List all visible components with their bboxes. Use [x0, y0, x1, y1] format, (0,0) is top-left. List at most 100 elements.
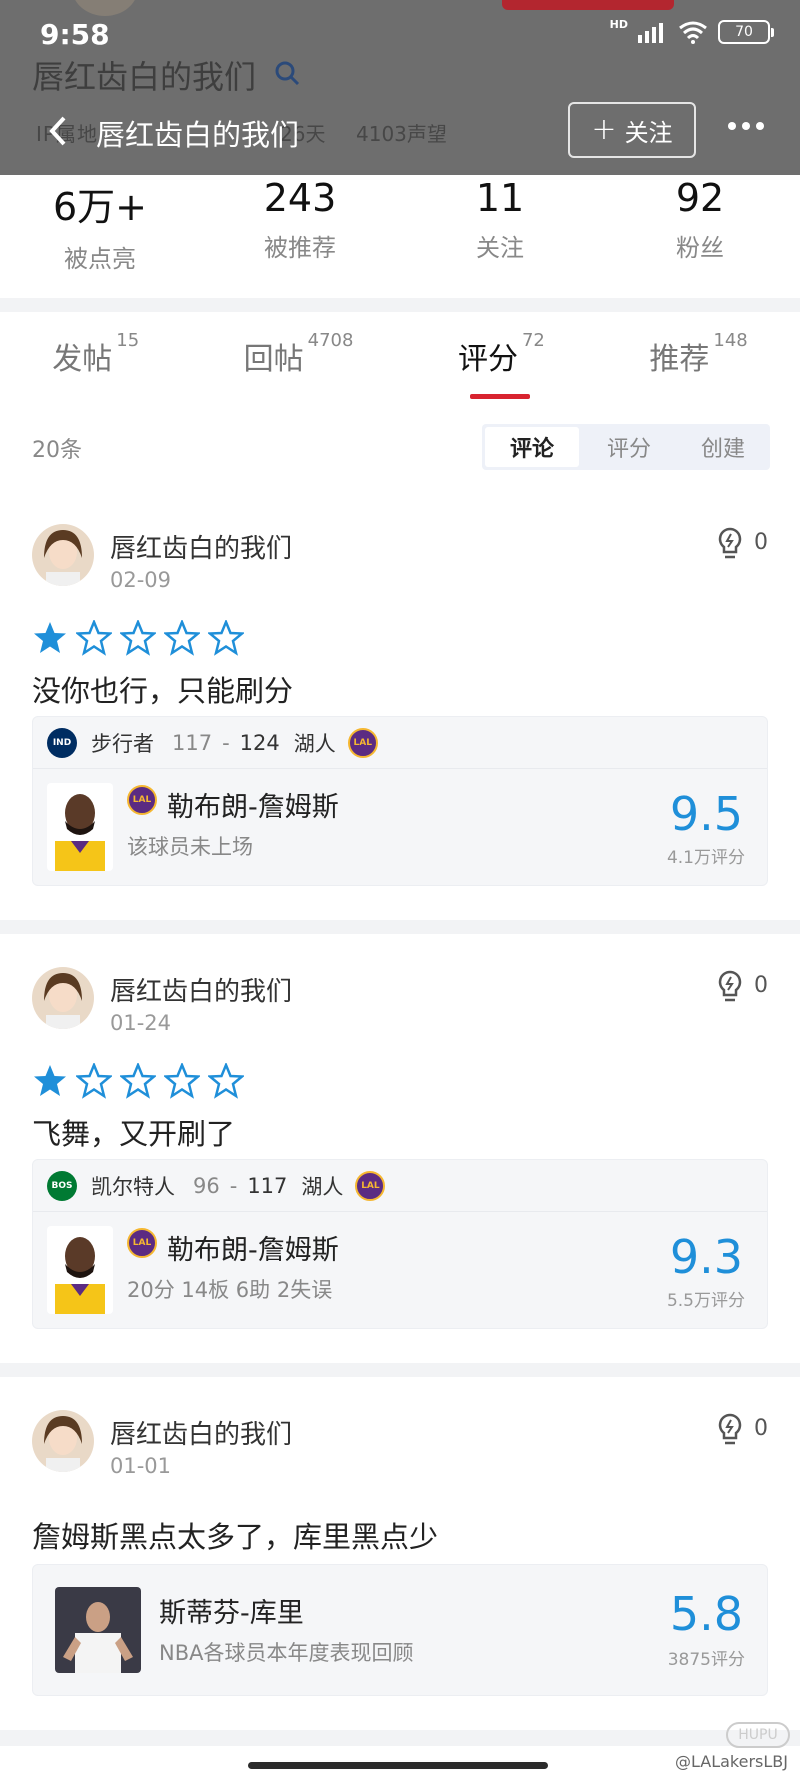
- player-rating-row[interactable]: 斯蒂芬-库里 NBA各球员本年度表现回顾 5.8 3875评分: [33, 1565, 767, 1695]
- rating-count: 3875评分: [667, 1650, 745, 1670]
- follow-label: 关注: [624, 118, 673, 147]
- card-date: 02-09: [110, 568, 172, 592]
- lightbulb-icon[interactable]: [716, 969, 744, 1003]
- stat-value: 243: [263, 176, 337, 220]
- profile-avatar[interactable]: [72, 0, 138, 16]
- lightbulb-icon[interactable]: [716, 1412, 744, 1446]
- user-avatar[interactable]: [32, 967, 94, 1029]
- tab-replies[interactable]: 回帖 4708: [244, 312, 354, 404]
- segment-comments[interactable]: 评论: [485, 427, 579, 467]
- wifi-icon: [679, 21, 707, 44]
- hd-label: HD: [609, 17, 628, 31]
- player-score: 9.5: [669, 787, 743, 841]
- rating-card[interactable]: 唇红齿白的我们 01-24 0 飞舞，又开刷了 BOS 凯尔特人 96 - 11…: [0, 967, 800, 1363]
- team-b-score: 117: [247, 1173, 288, 1198]
- team-b-score: 124: [239, 730, 280, 755]
- star-empty-icon: [120, 1063, 156, 1099]
- stat-label: 关注: [476, 234, 524, 262]
- stat-label: 被点亮: [64, 245, 136, 273]
- rating-count: 5.5万评分: [666, 1291, 745, 1311]
- profile-header: 9:58 HD 70 唇红齿白的我们 IP属地 26天 4103声望 唇红齿白的…: [0, 0, 800, 175]
- player-photo: [47, 783, 113, 871]
- signal-icon: [638, 23, 663, 43]
- section-divider: [0, 298, 800, 312]
- player-review-box[interactable]: 斯蒂芬-库里 NBA各球员本年度表现回顾 5.8 3875评分: [32, 1564, 768, 1696]
- rating-card[interactable]: 唇红齿白的我们 02-09 0 没你也行，只能刷分 IND 步行者 117 - …: [0, 524, 800, 920]
- tab-count: 72: [521, 330, 545, 351]
- home-indicator[interactable]: [248, 1762, 548, 1769]
- header-red-strip: [502, 0, 674, 10]
- watermark-text: @LALakersLBJ: [674, 1752, 788, 1771]
- light-count: 0: [754, 1416, 768, 1441]
- result-count: 20条: [32, 438, 82, 463]
- star-filled-icon: [34, 1065, 66, 1096]
- lakers-logo-icon: LAL: [355, 1170, 386, 1201]
- stat-label: 被推荐: [264, 234, 336, 262]
- game-matchup[interactable]: IND 步行者 117 - 124 湖人 LAL: [33, 717, 767, 769]
- segment-ratings[interactable]: 评分: [582, 424, 676, 470]
- card-username[interactable]: 唇红齿白的我们: [110, 1414, 292, 1451]
- tab-label: 回帖: [243, 342, 304, 377]
- card-comment: 飞舞，又开刷了: [32, 1117, 236, 1151]
- tab-ratings[interactable]: 评分 72: [458, 312, 545, 404]
- follow-button[interactable]: + 关注: [568, 102, 696, 158]
- player-name: 勒布朗-詹姆斯: [167, 792, 339, 823]
- stat-recommended[interactable]: 243 被推荐: [200, 170, 400, 298]
- stat-value: 6万+: [52, 185, 148, 229]
- team-b-name: 湖人: [301, 1174, 344, 1199]
- score-dash: -: [222, 730, 230, 755]
- segment-created[interactable]: 创建: [676, 424, 770, 470]
- card-date: 01-24: [110, 1011, 172, 1035]
- score-dash: -: [229, 1173, 238, 1198]
- star-filled-icon: [34, 622, 66, 653]
- stat-label: 粉丝: [676, 234, 724, 262]
- player-name: 勒布朗-詹姆斯: [167, 1235, 339, 1266]
- card-username[interactable]: 唇红齿白的我们: [110, 528, 292, 565]
- tab-recommend[interactable]: 推荐 148: [649, 312, 747, 404]
- card-comment: 没你也行，只能刷分: [32, 674, 294, 708]
- card-divider: [0, 1730, 800, 1746]
- tab-count: 4708: [307, 330, 354, 351]
- stat-likes[interactable]: 6万+ 被点亮: [0, 170, 200, 298]
- game-rating-box[interactable]: IND 步行者 117 - 124 湖人 LAL LAL 勒布朗-詹姆斯 该球员…: [32, 716, 768, 886]
- team-a-name: 步行者: [91, 731, 154, 756]
- player-subtitle: 20分 14板 6助 2失误: [127, 1278, 333, 1302]
- rating-card[interactable]: 唇红齿白的我们 01-01 0 詹姆斯黑点太多了，库里黑点少 斯蒂芬-库里 NB…: [0, 1410, 800, 1730]
- card-comment: 詹姆斯黑点太多了，库里黑点少: [32, 1520, 439, 1554]
- game-rating-box[interactable]: BOS 凯尔特人 96 - 117 湖人 LAL LAL 勒布朗-詹姆斯 20分…: [32, 1159, 768, 1329]
- team-b-name: 湖人: [293, 731, 336, 756]
- player-score: 9.3: [669, 1230, 743, 1284]
- tab-count: 148: [713, 330, 748, 351]
- profile-stats: 6万+ 被点亮 243 被推荐 11 关注 92 粉丝: [0, 170, 800, 298]
- lakers-logo-icon: LAL: [127, 785, 157, 815]
- player-rating-row[interactable]: LAL 勒布朗-詹姆斯 该球员未上场 9.5 4.1万评分: [33, 769, 767, 885]
- status-time: 9:58: [40, 18, 110, 51]
- card-username[interactable]: 唇红齿白的我们: [110, 971, 292, 1008]
- tab-posts[interactable]: 发帖 15: [52, 312, 139, 404]
- star-empty-icon: [164, 1063, 200, 1099]
- card-divider: [0, 1363, 800, 1377]
- tab-label: 推荐: [649, 342, 710, 377]
- nav-title: 唇红齿白的我们: [96, 118, 300, 152]
- lightbulb-icon[interactable]: [716, 526, 744, 560]
- light-count: 0: [754, 530, 768, 555]
- stat-following[interactable]: 11 关注: [400, 170, 600, 298]
- team-a-name: 凯尔特人: [91, 1174, 175, 1199]
- back-arrow-icon[interactable]: [44, 114, 72, 148]
- player-photo: [47, 1226, 113, 1314]
- game-matchup[interactable]: BOS 凯尔特人 96 - 117 湖人 LAL: [33, 1160, 767, 1212]
- more-menu-icon[interactable]: [728, 122, 764, 130]
- stat-value: 11: [475, 176, 525, 220]
- battery-icon: 70: [718, 20, 774, 44]
- tab-label: 发帖: [52, 342, 113, 377]
- user-avatar[interactable]: [32, 1410, 94, 1472]
- rating-count: 4.1万评分: [666, 848, 745, 868]
- star-empty-icon: [208, 620, 244, 656]
- user-avatar[interactable]: [32, 524, 94, 586]
- player-rating-row[interactable]: LAL 勒布朗-詹姆斯 20分 14板 6助 2失误 9.3 5.5万评分: [33, 1212, 767, 1328]
- player-name: 斯蒂芬-库里: [159, 1598, 304, 1629]
- player-photo: [55, 1587, 141, 1673]
- stat-followers[interactable]: 92 粉丝: [600, 170, 800, 298]
- search-icon[interactable]: [272, 58, 302, 88]
- reputation-label: 4103声望: [356, 122, 447, 146]
